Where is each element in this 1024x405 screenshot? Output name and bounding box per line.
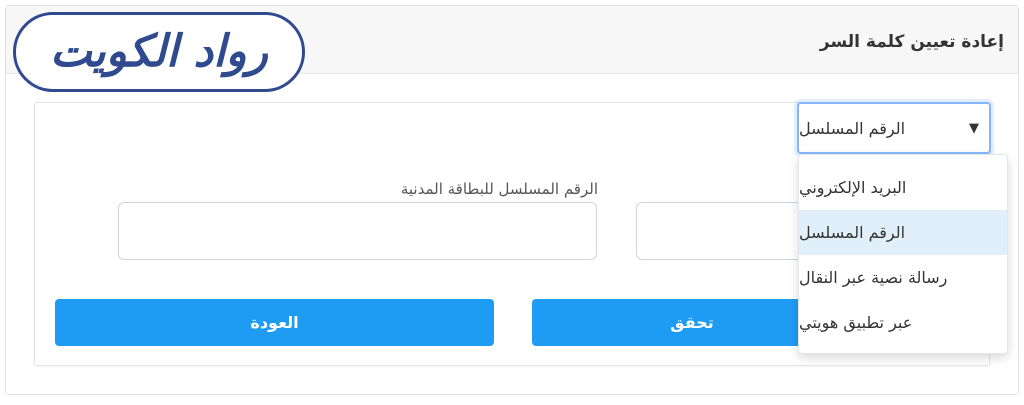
option-sms[interactable]: رسالة نصية عبر النقال (799, 255, 1007, 300)
logo-wordmark: رواد الكويت (50, 26, 268, 78)
civil-serial-input[interactable] (118, 202, 597, 260)
page-title: إعادة تعيين كلمة السر (819, 32, 1004, 52)
site-logo[interactable]: رواد الكويت (13, 12, 305, 92)
option-serial-number[interactable]: الرقم المسلسل (799, 210, 1007, 255)
reset-method-dropdown: البريد الإلكتروني الرقم المسلسل رسالة نص… (798, 154, 1008, 354)
option-email[interactable]: البريد الإلكتروني (799, 165, 1007, 210)
reset-method-select[interactable]: الرقم المسلسل ▼ (797, 102, 991, 154)
chevron-down-icon: ▼ (969, 121, 979, 136)
svg-text:رواد الكويت: رواد الكويت (50, 26, 268, 78)
reset-method-value: الرقم المسلسل (799, 118, 906, 138)
option-hawyti-app[interactable]: عبر تطبيق هويتي (799, 300, 1007, 345)
back-button[interactable]: العودة (55, 299, 494, 346)
civil-serial-label: الرقم المسلسل للبطاقة المدنية (400, 180, 598, 198)
